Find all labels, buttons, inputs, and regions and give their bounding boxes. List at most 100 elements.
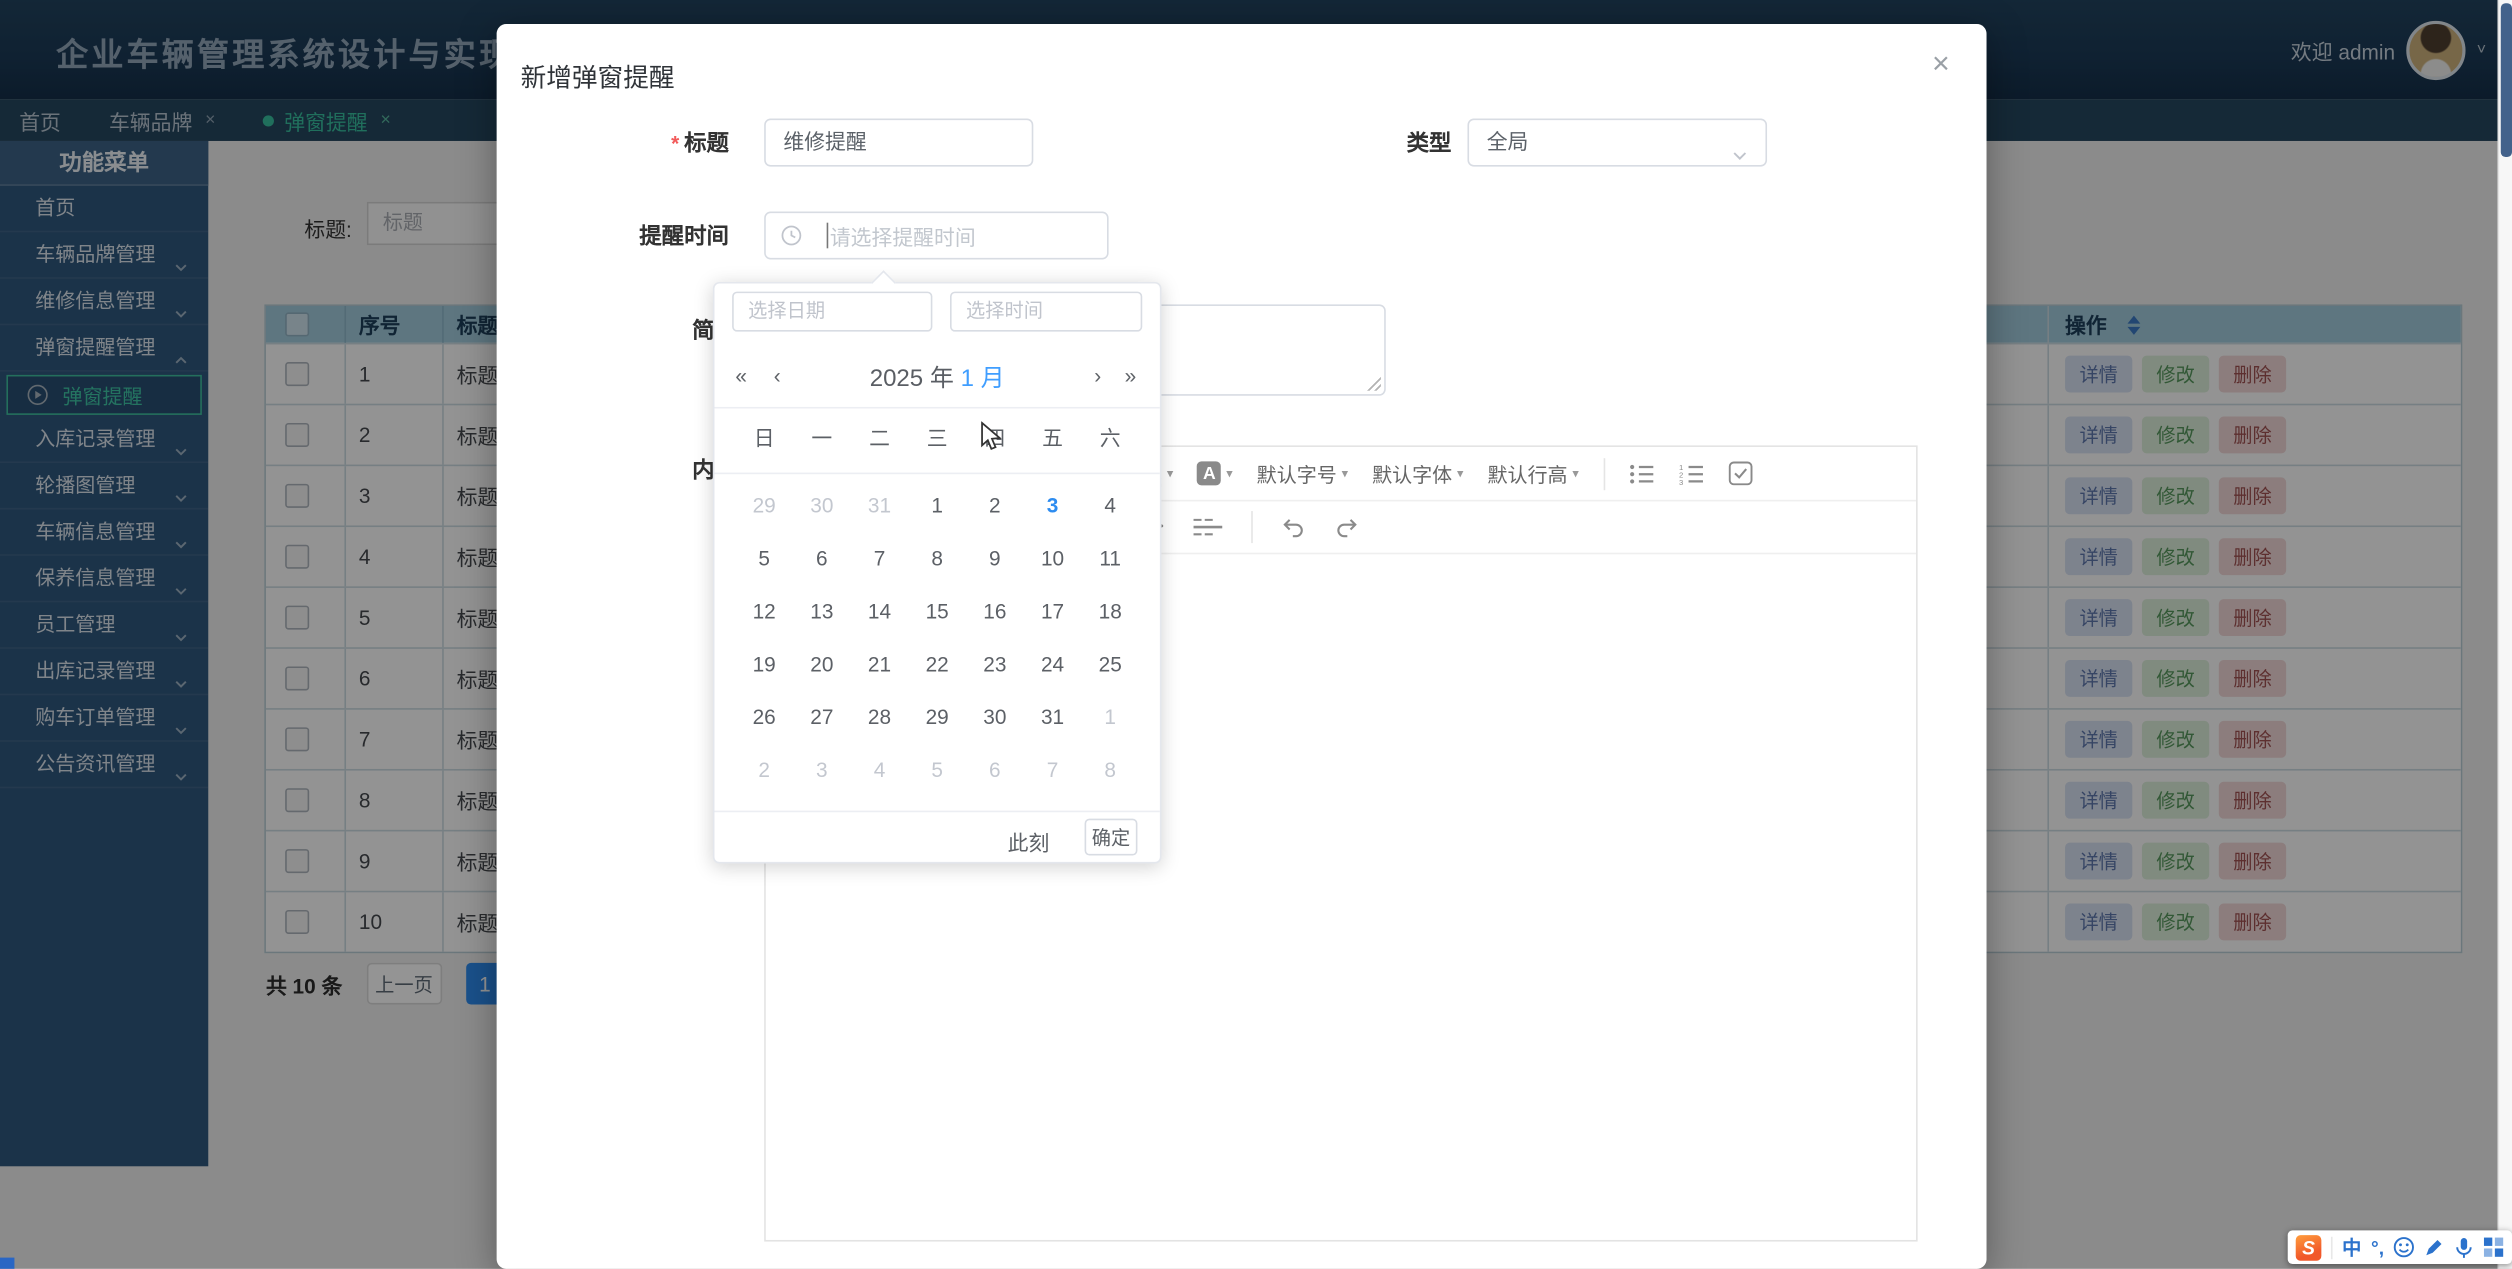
calendar-day[interactable]: 3 <box>793 743 851 796</box>
time-input-placeholder: 请选择提醒时间 <box>830 220 976 250</box>
calendar-day[interactable]: 20 <box>793 638 851 691</box>
editor-menu-label: 默认行高 <box>1487 458 1567 488</box>
calendar-day[interactable]: 15 <box>908 585 966 638</box>
chevron-down-icon: ▾ <box>1226 466 1232 480</box>
calendar-day[interactable]: 19 <box>735 638 793 691</box>
ordered-list-icon[interactable]: 123 <box>1678 462 1704 484</box>
weekday-label: 二 <box>851 421 909 451</box>
calendar-day[interactable]: 4 <box>851 743 909 796</box>
calendar-day[interactable]: 24 <box>1024 638 1082 691</box>
calendar-year[interactable]: 2025 年 <box>870 365 954 392</box>
weekday-label: 日 <box>735 421 793 451</box>
calendar-day[interactable]: 2 <box>735 743 793 796</box>
resize-grip-icon[interactable] <box>1365 375 1381 391</box>
pencil-icon[interactable] <box>2424 1237 2445 1258</box>
calendar-day[interactable]: 7 <box>851 532 909 585</box>
time-field-label: 提醒时间 <box>497 211 729 259</box>
next-month-button[interactable]: › <box>1094 364 1101 388</box>
editor-menu-button[interactable]: 默认字体▾ <box>1372 458 1463 488</box>
calendar-day[interactable]: 4 <box>1081 479 1139 532</box>
calendar-day[interactable]: 9 <box>966 532 1024 585</box>
calendar-day[interactable]: 6 <box>793 532 851 585</box>
calendar-title: 2025 年 1 月 <box>715 360 1160 394</box>
calendar-day[interactable]: 25 <box>1081 638 1139 691</box>
bg-color-icon[interactable]: A▾ <box>1197 461 1232 485</box>
required-asterisk: * <box>671 131 679 155</box>
weekday-label: 六 <box>1081 421 1139 451</box>
calendar-day[interactable]: 29 <box>735 479 793 532</box>
ime-logo[interactable]: S <box>2296 1234 2322 1260</box>
calendar-day[interactable]: 8 <box>908 532 966 585</box>
calendar-day[interactable]: 29 <box>908 690 966 743</box>
calendar-day[interactable]: 13 <box>793 585 851 638</box>
calendar-day[interactable]: 5 <box>908 743 966 796</box>
screen: 企业车辆管理系统设计与实现 欢迎 admin ˅ 首页车辆品牌×弹窗提醒× 功能… <box>0 0 2512 1269</box>
calendar-day[interactable]: 28 <box>851 690 909 743</box>
weekday-label: 一 <box>793 421 851 451</box>
date-picker-popup: 选择日期 选择时间 « ‹ 2025 年 1 月 › » 日一二三四五六 293… <box>713 282 1162 864</box>
calendar-day[interactable]: 31 <box>851 479 909 532</box>
calendar-day[interactable]: 1 <box>1081 690 1139 743</box>
calendar-day[interactable]: 30 <box>966 690 1024 743</box>
desc-field-label: 简介 <box>497 306 737 354</box>
toolbar-separator <box>1251 511 1253 543</box>
undo-icon[interactable] <box>1281 517 1305 538</box>
calendar-day[interactable]: 1 <box>908 479 966 532</box>
calendar-day-selected[interactable]: 3 <box>1024 479 1082 532</box>
date-input[interactable]: 选择日期 <box>732 292 932 332</box>
calendar-day[interactable]: 27 <box>793 690 851 743</box>
calendar-day[interactable]: 30 <box>793 479 851 532</box>
editor-menu-button[interactable]: 默认行高 ▾ <box>1487 458 1578 488</box>
calendar-day[interactable]: 23 <box>966 638 1024 691</box>
redo-icon[interactable] <box>1334 517 1358 538</box>
calendar-day[interactable]: 22 <box>908 638 966 691</box>
calendar-day[interactable]: 14 <box>851 585 909 638</box>
vertical-scrollbar[interactable]: ▼ <box>2498 0 2512 1269</box>
now-button[interactable]: 此刻 <box>1008 827 1050 857</box>
calendar-day[interactable]: 17 <box>1024 585 1082 638</box>
time-input[interactable]: 选择时间 <box>950 292 1142 332</box>
todo-list-icon[interactable] <box>1728 461 1752 485</box>
calendar-day[interactable]: 12 <box>735 585 793 638</box>
calendar-day[interactable]: 6 <box>966 743 1024 796</box>
calendar-day[interactable]: 8 <box>1081 743 1139 796</box>
title-input[interactable]: 维修提醒 <box>764 119 1033 167</box>
ime-punctuation[interactable]: °, <box>2371 1236 2384 1258</box>
modal-title: 新增弹窗提醒 <box>521 56 675 94</box>
confirm-button[interactable]: 确定 <box>1085 819 1138 856</box>
divider <box>715 407 1160 409</box>
next-year-button[interactable]: » <box>1125 364 1137 388</box>
chevron-down-icon: ▾ <box>1167 466 1173 480</box>
type-select[interactable]: 全局 <box>1467 119 1767 167</box>
bullet-list-icon[interactable] <box>1628 462 1654 484</box>
calendar-day[interactable]: 16 <box>966 585 1024 638</box>
calendar-day[interactable]: 10 <box>1024 532 1082 585</box>
type-select-value: 全局 <box>1487 130 1529 154</box>
calendar-month[interactable]: 1 月 <box>961 365 1005 392</box>
calendar-day[interactable]: 18 <box>1081 585 1139 638</box>
calendar-day[interactable]: 31 <box>1024 690 1082 743</box>
calendar-day[interactable]: 5 <box>735 532 793 585</box>
grid-icon[interactable] <box>2483 1237 2504 1258</box>
divider-icon[interactable] <box>1193 516 1222 538</box>
smiley-icon[interactable] <box>2394 1237 2415 1258</box>
chevron-down-icon: ▾ <box>1572 466 1578 480</box>
chevron-down-icon: ▾ <box>1342 466 1348 480</box>
scrollbar-thumb[interactable] <box>2501 3 2512 157</box>
calendar-day[interactable]: 11 <box>1081 532 1139 585</box>
editor-menu-button[interactable]: 默认字号 ▾ <box>1257 458 1348 488</box>
reminder-time-input[interactable]: 请选择提醒时间 <box>764 211 1108 259</box>
calendar-day[interactable]: 7 <box>1024 743 1082 796</box>
mic-icon[interactable] <box>2455 1236 2474 1258</box>
horizontal-scrollbar-corner <box>0 1258 14 1269</box>
editor-menu-label: 默认字号 <box>1257 458 1337 488</box>
chevron-down-icon <box>1730 136 1749 181</box>
calendar-day[interactable]: 21 <box>851 638 909 691</box>
ime-chinese-mode[interactable]: 中 <box>2342 1234 2361 1261</box>
calendar-day[interactable]: 26 <box>735 690 793 743</box>
text-cursor <box>827 223 829 249</box>
editor-menu-label: 默认字体 <box>1372 458 1452 488</box>
calendar-day[interactable]: 2 <box>966 479 1024 532</box>
calendar-grid: 2930311234567891011121314151617181920212… <box>735 479 1139 796</box>
close-icon[interactable]: × <box>1932 48 1950 83</box>
